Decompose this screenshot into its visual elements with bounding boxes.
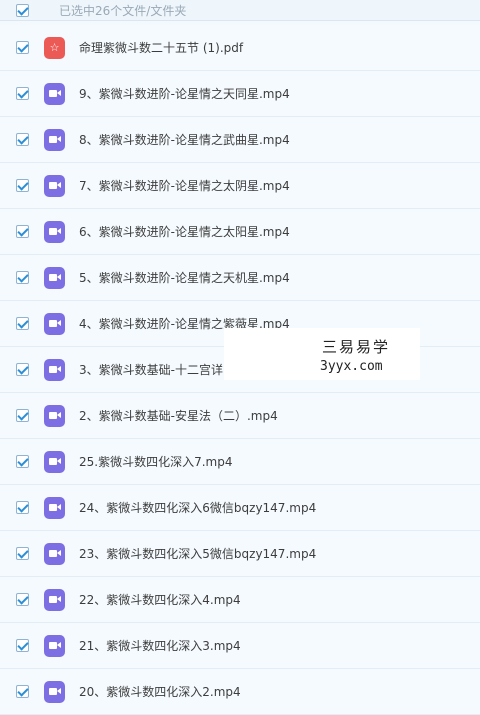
file-checkbox[interactable] <box>16 363 29 376</box>
camera-glyph <box>49 182 61 189</box>
file-row[interactable]: ☆ 命理紫微斗数二十五节 (1).pdf <box>0 25 480 71</box>
selection-header: 已选中26个文件/文件夹 <box>0 0 480 21</box>
file-checkbox[interactable] <box>16 685 29 698</box>
file-name[interactable]: 6、紫微斗数进阶-论星情之太阳星.mp4 <box>79 223 290 240</box>
file-row[interactable]: 23、紫微斗数四化深入5微信bqzy147.mp4 <box>0 531 480 577</box>
video-icon <box>44 496 65 519</box>
file-name[interactable]: 21、紫微斗数四化深入3.mp4 <box>79 637 241 654</box>
camera-glyph <box>49 688 61 695</box>
pdf-glyph: ☆ <box>49 41 60 54</box>
file-checkbox[interactable] <box>16 87 29 100</box>
camera-glyph <box>49 504 61 511</box>
file-name[interactable]: 8、紫微斗数进阶-论星情之武曲星.mp4 <box>79 131 290 148</box>
file-name[interactable]: 3、紫微斗数基础-十二宫详 <box>79 361 223 378</box>
video-icon <box>44 634 65 657</box>
video-icon <box>44 680 65 703</box>
file-name[interactable]: 22、紫微斗数四化深入4.mp4 <box>79 591 241 608</box>
pdf-icon: ☆ <box>44 36 65 59</box>
camera-glyph <box>49 136 61 143</box>
file-checkbox[interactable] <box>16 317 29 330</box>
file-row[interactable]: 8、紫微斗数进阶-论星情之武曲星.mp4 <box>0 117 480 163</box>
file-checkbox[interactable] <box>16 409 29 422</box>
file-checkbox[interactable] <box>16 41 29 54</box>
file-checkbox[interactable] <box>16 455 29 468</box>
camera-glyph <box>49 274 61 281</box>
file-name[interactable]: 25.紫微斗数四化深入7.mp4 <box>79 453 232 470</box>
watermark-url: 3yyx.com <box>320 359 383 374</box>
video-icon <box>44 542 65 565</box>
file-row[interactable]: 5、紫微斗数进阶-论星情之天机星.mp4 <box>0 255 480 301</box>
file-checkbox[interactable] <box>16 133 29 146</box>
file-row[interactable]: 7、紫微斗数进阶-论星情之太阴星.mp4 <box>0 163 480 209</box>
camera-glyph <box>49 228 61 235</box>
file-row[interactable]: 21、紫微斗数四化深入3.mp4 <box>0 623 480 669</box>
video-icon <box>44 312 65 335</box>
camera-glyph <box>49 458 61 465</box>
file-name[interactable]: 24、紫微斗数四化深入6微信bqzy147.mp4 <box>79 499 316 516</box>
file-row[interactable]: 9、紫微斗数进阶-论星情之天同星.mp4 <box>0 71 480 117</box>
video-icon <box>44 266 65 289</box>
select-all-checkbox[interactable] <box>16 3 29 17</box>
video-icon <box>44 82 65 105</box>
selection-count-text: 已选中26个文件/文件夹 <box>59 3 187 18</box>
video-icon <box>44 358 65 381</box>
video-icon <box>44 174 65 197</box>
camera-glyph <box>49 596 61 603</box>
file-name[interactable]: 23、紫微斗数四化深入5微信bqzy147.mp4 <box>79 545 316 562</box>
file-row[interactable]: 20、紫微斗数四化深入2.mp4 <box>0 669 480 715</box>
file-checkbox[interactable] <box>16 501 29 514</box>
file-name[interactable]: 20、紫微斗数四化深入2.mp4 <box>79 683 241 700</box>
watermark-title: 三易易学 <box>322 338 391 356</box>
file-row[interactable]: 6、紫微斗数进阶-论星情之太阳星.mp4 <box>0 209 480 255</box>
file-checkbox[interactable] <box>16 547 29 560</box>
file-row[interactable]: 2、紫微斗数基础-安星法（二）.mp4 <box>0 393 480 439</box>
video-icon <box>44 220 65 243</box>
file-name[interactable]: 7、紫微斗数进阶-论星情之太阴星.mp4 <box>79 177 290 194</box>
file-row[interactable]: 24、紫微斗数四化深入6微信bqzy147.mp4 <box>0 485 480 531</box>
camera-glyph <box>49 642 61 649</box>
watermark-overlay: 三易易学 3yyx.com <box>224 328 420 380</box>
video-icon <box>44 128 65 151</box>
file-name[interactable]: 命理紫微斗数二十五节 (1).pdf <box>79 39 243 56</box>
video-icon <box>44 404 65 427</box>
file-row[interactable]: 25.紫微斗数四化深入7.mp4 <box>0 439 480 485</box>
camera-glyph <box>49 320 61 327</box>
file-checkbox[interactable] <box>16 179 29 192</box>
file-name[interactable]: 5、紫微斗数进阶-论星情之天机星.mp4 <box>79 269 290 286</box>
file-checkbox[interactable] <box>16 593 29 606</box>
file-row[interactable]: 22、紫微斗数四化深入4.mp4 <box>0 577 480 623</box>
camera-glyph <box>49 366 61 373</box>
camera-glyph <box>49 90 61 97</box>
camera-glyph <box>49 550 61 557</box>
camera-glyph <box>49 412 61 419</box>
file-checkbox[interactable] <box>16 225 29 238</box>
file-checkbox[interactable] <box>16 271 29 284</box>
video-icon <box>44 450 65 473</box>
file-checkbox[interactable] <box>16 639 29 652</box>
file-name[interactable]: 9、紫微斗数进阶-论星情之天同星.mp4 <box>79 85 290 102</box>
video-icon <box>44 588 65 611</box>
file-name[interactable]: 2、紫微斗数基础-安星法（二）.mp4 <box>79 407 278 424</box>
